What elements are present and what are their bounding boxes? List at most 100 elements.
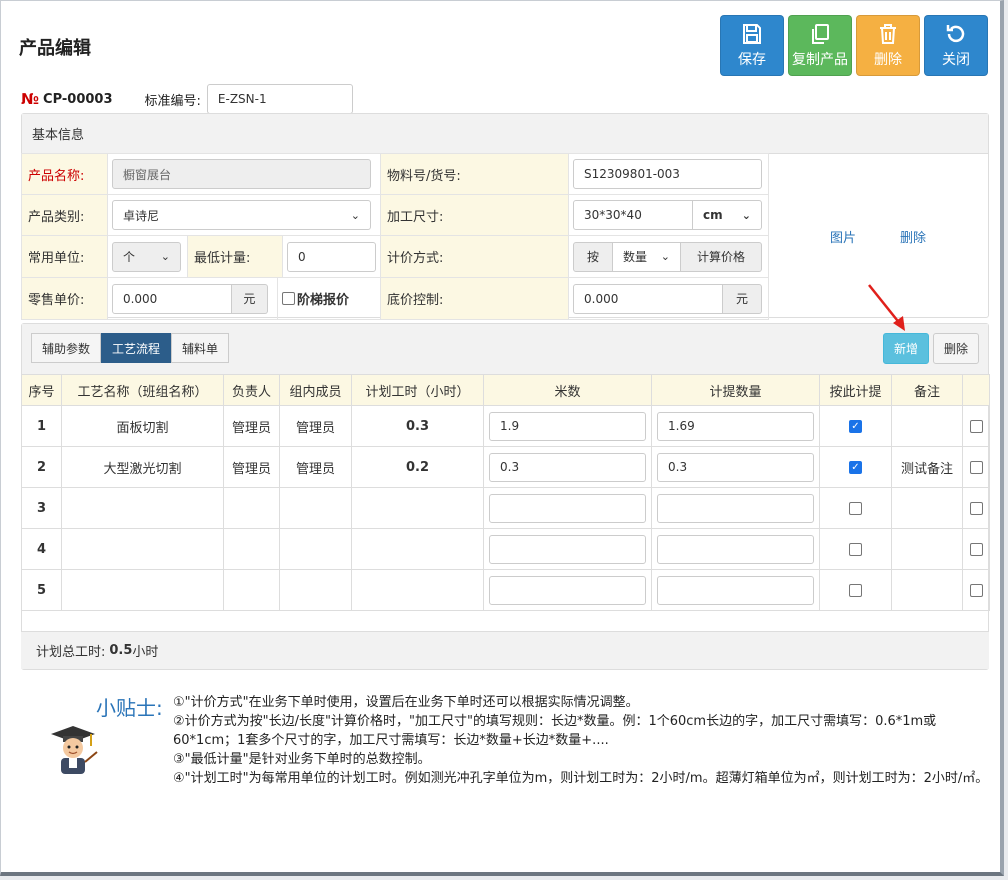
save-button[interactable]: 保存 [720, 15, 784, 76]
meters-input[interactable] [489, 534, 646, 564]
row-seq: 3 [21, 487, 62, 529]
tab-process-flow[interactable]: 工艺流程 [101, 333, 172, 363]
save-label: 保存 [738, 52, 766, 68]
meters-input[interactable]: 0.3 [489, 452, 646, 482]
row-process-name [61, 528, 224, 570]
category-select[interactable]: 卓诗尼 ⌄ [111, 200, 371, 230]
min-qty-label: 最低计量: [186, 236, 283, 277]
process-tabs: 辅助参数 工艺流程 辅料单 [31, 333, 230, 363]
meters-input[interactable]: 1.9 [489, 411, 646, 441]
delete-row-button[interactable]: 删除 [933, 333, 979, 364]
std-number-input[interactable]: E-ZSN-1 [206, 84, 353, 114]
category-label: 产品类别: [21, 194, 108, 236]
teacher-mascot-icon [51, 726, 98, 774]
std-number-label: 标准编号: [144, 93, 201, 109]
row-select-checkbox[interactable] [969, 460, 983, 474]
col-by-this: 按此计提 [819, 374, 892, 406]
toolbar: 保存 复制产品 删除 关闭 [720, 15, 988, 76]
meters-input[interactable] [489, 493, 646, 523]
retail-price-input[interactable]: 0.000 [111, 283, 232, 314]
tab-aux-params[interactable]: 辅助参数 [31, 333, 102, 363]
add-row-button[interactable]: 新增 [883, 333, 929, 364]
row-members [279, 487, 352, 529]
row-plan-hours: 0.3 [351, 405, 484, 447]
row-owner [223, 528, 280, 570]
process-table-body: 1 面板切割 管理员 管理员 0.3 1.9 1.69 ✓ 2 大型激光切割 管理员 管理员 0.2 0.… [21, 405, 990, 611]
col-meters: 米数 [483, 374, 652, 406]
tip-line-4: ④"计划工时"为每常用单位的计划工时。例如测光冲孔字单位为m，则计划工时为：2小… [173, 771, 989, 786]
table-row: 3 [21, 487, 990, 529]
process-table: 序号 工艺名称（班组名称） 负责人 组内成员 计划工时（小时） 米数 计提数量 … [21, 374, 990, 611]
row-select-checkbox[interactable] [969, 542, 983, 556]
floor-price-input[interactable]: 0.000 [573, 283, 724, 314]
by-this-checkbox[interactable]: ✓ [849, 419, 862, 433]
floor-unit: 元 [723, 283, 763, 314]
delete-label: 删除 [874, 52, 902, 68]
row-note [891, 487, 963, 529]
col-owner: 负责人 [223, 374, 280, 406]
qty-input[interactable] [657, 534, 814, 564]
table-row: 4 [21, 528, 990, 570]
total-hours-bar: 计划总工时: 0.5 小时 [21, 631, 989, 669]
product-name-label: 产品名称: [21, 153, 108, 195]
row-note [891, 528, 963, 570]
row-select-checkbox[interactable] [969, 501, 983, 515]
tip-line-3: ③"最低计量"是针对业务下单时的总数控制。 [173, 752, 431, 767]
row-select-checkbox[interactable] [969, 583, 983, 597]
trash-icon [880, 24, 896, 44]
row-seq: 2 [21, 446, 62, 488]
size-unit-select[interactable]: cm ⌄ [693, 200, 763, 230]
row-process-name [61, 569, 224, 611]
row-plan-hours [351, 569, 484, 611]
row-select-checkbox[interactable] [969, 419, 983, 433]
copy-label: 复制产品 [792, 52, 848, 68]
retail-price-label: 零售单价: [21, 277, 108, 320]
pricing-group: 按 数量 ⌄ 计算价格 [573, 241, 764, 272]
image-delete-link[interactable]: 删除 [900, 227, 926, 246]
qty-input[interactable] [657, 493, 814, 523]
qty-input[interactable]: 1.69 [657, 411, 814, 441]
pricing-select[interactable]: 数量 ⌄ [613, 241, 682, 272]
meters-input[interactable] [489, 575, 646, 605]
tier-price-checkbox[interactable] [281, 292, 295, 305]
delete-button[interactable]: 删除 [856, 15, 920, 76]
qty-input[interactable]: 0.3 [657, 452, 814, 482]
qty-input[interactable] [657, 575, 814, 605]
row-seq: 1 [21, 405, 62, 447]
col-members: 组内成员 [279, 374, 352, 406]
row-note [891, 569, 963, 611]
row-note [891, 405, 963, 447]
row-owner [223, 487, 280, 529]
unit-select[interactable]: 个 ⌄ [111, 241, 181, 272]
table-row: 5 [21, 569, 990, 611]
by-this-checkbox[interactable]: ✓ [849, 460, 862, 474]
row-owner [223, 569, 280, 611]
size-unit-value: cm [703, 208, 723, 222]
copy-product-button[interactable]: 复制产品 [788, 15, 852, 76]
row-seq: 4 [21, 528, 62, 570]
product-name-input[interactable]: 橱窗展台 [111, 159, 371, 189]
pricing-label: 计价方式: [379, 235, 570, 278]
floor-group: 0.000 元 [573, 283, 764, 314]
min-qty-input[interactable]: 0 [286, 241, 376, 272]
row-plan-hours [351, 528, 484, 570]
by-this-checkbox[interactable] [849, 501, 862, 515]
col-process-name: 工艺名称（班组名称） [61, 374, 224, 406]
product-edit-dialog: 产品编辑 保存 复制产品 删除 关闭 № CP-00003 标准编号: E-ZS… [0, 0, 1004, 876]
image-link[interactable]: 图片 [830, 227, 856, 246]
size-input[interactable]: 30*30*40 [573, 200, 694, 230]
retail-unit: 元 [231, 283, 268, 314]
tab-materials[interactable]: 辅料单 [171, 333, 230, 363]
number-mark: № [21, 90, 40, 108]
by-this-checkbox[interactable] [849, 583, 862, 597]
table-row: 2 大型激光切割 管理员 管理员 0.2 0.3 0.3 ✓ 测试备注 [21, 446, 990, 488]
by-this-checkbox[interactable] [849, 542, 862, 556]
unit-min-group: 个 ⌄ 最低计量: 0 [111, 236, 376, 277]
close-button[interactable]: 关闭 [924, 15, 988, 76]
basic-info-form: 产品名称: 橱窗展台 物料号/货号: S12309801-003 产品类别: 卓… [21, 153, 769, 320]
material-input[interactable]: S12309801-003 [573, 159, 763, 189]
table-header-row: 序号 工艺名称（班组名称） 负责人 组内成员 计划工时（小时） 米数 计提数量 … [21, 374, 990, 406]
tier-price-toggle[interactable]: 阶梯报价 [276, 278, 349, 319]
tip-line-2: ②计价方式为按"长边/长度"计算价格时，"加工尺寸"的填写规则：长边*数量。例：… [173, 714, 937, 748]
pricing-suffix: 计算价格 [681, 241, 763, 272]
